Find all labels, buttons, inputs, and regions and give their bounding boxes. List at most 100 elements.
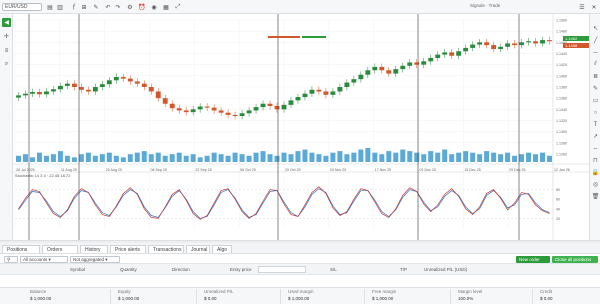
crosshair-icon[interactable]: ✛ xyxy=(2,32,11,41)
indicators-icon[interactable]: ƒ xyxy=(70,3,78,11)
candle-body xyxy=(85,89,91,92)
chart-type-icon[interactable]: ▤ xyxy=(46,3,54,11)
column-filter-select[interactable] xyxy=(258,266,306,273)
new-order-button[interactable]: New order xyxy=(516,255,550,263)
tab-algo[interactable]: Algo xyxy=(212,245,232,253)
volume-bar xyxy=(155,152,161,162)
candle-body xyxy=(540,40,545,44)
volume-bar xyxy=(281,152,287,162)
tab-positions[interactable]: Positions xyxy=(2,245,40,253)
osc-tick-label: 40 xyxy=(556,207,560,211)
candle-body xyxy=(519,42,525,46)
volume-bar xyxy=(162,155,168,162)
date-tick-label: 12 Jan 26 xyxy=(554,168,570,172)
volume-bar xyxy=(225,155,231,162)
compare-icon[interactable]: ⊞ xyxy=(80,3,88,11)
top-toolbar: EUR/USD ▤ ▥ ƒ ⊞ ✎ ↶ ↷ ⚙ ⏰ ◉ ▦ ⤢ Signals … xyxy=(0,0,600,14)
candle-body xyxy=(148,87,154,92)
tool-channel-icon[interactable]: ⫽ xyxy=(591,60,600,69)
summary-value: $ 1,000.00 xyxy=(372,296,394,301)
tool-circle-icon[interactable]: ○ xyxy=(591,108,600,117)
column-header[interactable]: Direction xyxy=(172,267,190,272)
tool-text-icon[interactable]: T xyxy=(591,120,600,129)
candle-body xyxy=(316,89,322,92)
account-select[interactable]: All accounts ▾ xyxy=(20,256,68,263)
zoom-icon[interactable]: ⌕ xyxy=(2,60,11,69)
draw-icon[interactable]: ✎ xyxy=(92,3,100,11)
tab-label: Price alerts xyxy=(115,246,141,253)
tab-history[interactable]: History xyxy=(80,245,108,253)
tool-magnet-icon[interactable]: ⊓ xyxy=(591,156,600,165)
tool-fib-icon[interactable]: ≣ xyxy=(591,72,600,81)
candle-body xyxy=(92,87,98,92)
undo-icon[interactable]: ↶ xyxy=(104,3,112,11)
tool-rect-icon[interactable]: ▭ xyxy=(591,96,600,105)
layout-icon[interactable]: ▦ xyxy=(162,3,170,11)
candle-body xyxy=(267,103,273,106)
tool-trash-icon[interactable]: 🗑 xyxy=(591,192,600,201)
summary-separator xyxy=(364,289,365,304)
volume-bar xyxy=(176,152,182,162)
tab-transactions[interactable]: Transactions xyxy=(148,245,184,253)
tool-pen-icon[interactable]: ✎ xyxy=(591,84,600,93)
volume-bar xyxy=(64,155,70,162)
snapshot-icon[interactable]: ◉ xyxy=(150,3,158,11)
alert-icon[interactable]: ⏰ xyxy=(138,3,146,11)
date-tick-label: 03 Nov 25 xyxy=(330,168,346,172)
layers-icon[interactable]: ≡ xyxy=(2,46,11,55)
volume-bar xyxy=(218,154,224,162)
column-header[interactable]: T/P xyxy=(400,267,407,272)
candle-body xyxy=(470,44,476,48)
settings-icon[interactable]: ⚙ xyxy=(126,3,134,11)
candle-body xyxy=(169,103,175,109)
volume-bar xyxy=(337,151,343,162)
fullscreen-icon[interactable]: ⤢ xyxy=(174,3,182,11)
candle-body xyxy=(344,82,350,87)
bottom-tabs: Positions Orders History Price alerts Transa… xyxy=(0,243,600,254)
volume-bar xyxy=(533,154,539,162)
tool-hline-icon[interactable]: ─ xyxy=(591,48,600,57)
tool-lock-icon[interactable]: 🔒 xyxy=(591,168,600,177)
volume-bar xyxy=(435,152,441,162)
tab-price-alerts[interactable]: Price alerts xyxy=(110,245,146,253)
column-header[interactable]: Quantity xyxy=(120,267,137,272)
redo-icon[interactable]: ↷ xyxy=(114,3,122,11)
candles-icon[interactable]: ▥ xyxy=(56,3,64,11)
tool-arrow-icon[interactable]: ↗ xyxy=(591,132,600,141)
column-header[interactable]: Symbol xyxy=(70,267,85,272)
tool-line-icon[interactable]: ╱ xyxy=(591,36,600,45)
volume-bar xyxy=(232,152,238,162)
account-summary: Balance $ 1,000.00 Equity $ 1,000.00 Unreali… xyxy=(0,287,600,304)
chart-svg[interactable]: 1.15001.14801.14601.14401.14201.14001.13… xyxy=(13,14,589,240)
column-header[interactable]: Unrealized P/L (USD) xyxy=(424,267,467,272)
volume-bar xyxy=(519,154,525,162)
menu-icon[interactable]: ☰ xyxy=(578,3,586,11)
close-icon[interactable]: ✕ xyxy=(590,3,598,11)
buy-sell-icon[interactable]: ◀ xyxy=(2,18,11,27)
filter-icon[interactable]: ⚲ xyxy=(4,256,18,263)
symbol-selector[interactable]: EUR/USD xyxy=(2,3,42,11)
column-header[interactable]: S/L xyxy=(330,267,337,272)
volume-bar xyxy=(57,151,63,162)
bid-line-marker xyxy=(268,36,300,38)
tool-measure-icon[interactable]: ⇔ xyxy=(591,144,600,153)
candle-body xyxy=(71,83,77,87)
volume-bar xyxy=(141,151,147,162)
tab-orders[interactable]: Orders xyxy=(42,245,78,253)
tool-eye-icon[interactable]: ◎ xyxy=(591,180,600,189)
price-chart[interactable]: 1.1500 1.1480 1.1460 1.1440 1.1420 1.1400 1.13… xyxy=(13,14,589,240)
candle-body xyxy=(106,80,112,85)
tab-journal[interactable]: Journal xyxy=(186,245,210,253)
candle-body xyxy=(393,69,399,74)
column-header[interactable]: Entry price xyxy=(230,267,252,272)
group-select[interactable]: Not aggregated ▾ xyxy=(70,256,120,263)
candle-body xyxy=(30,92,35,94)
candle-body xyxy=(484,42,490,46)
summary-separator xyxy=(110,289,111,304)
volume-bar xyxy=(183,155,189,162)
summary-separator xyxy=(280,289,281,304)
trade-status: Signals · Trade xyxy=(470,3,501,8)
right-toolbar: ↖ ╱ ─ ⫽ ≣ ✎ ▭ ○ T ↗ ⇔ ⊓ 🔒 ◎ 🗑 xyxy=(589,14,600,254)
close-all-button[interactable]: Close all positions xyxy=(552,255,598,263)
tool-cursor-icon[interactable]: ↖ xyxy=(591,24,600,33)
